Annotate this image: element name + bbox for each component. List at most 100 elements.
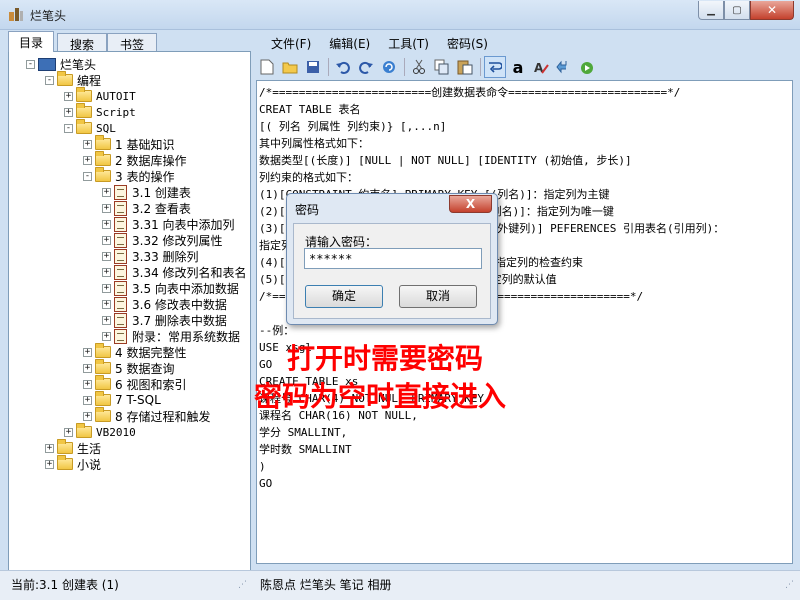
- tree-item[interactable]: +3.1 创建表: [102, 184, 191, 200]
- font-icon[interactable]: a: [507, 56, 529, 78]
- tree-item[interactable]: - 编程: [45, 71, 101, 88]
- tree-item[interactable]: - 3 表的操作: [83, 167, 174, 184]
- tree-item[interactable]: +3.7 删除表中数据: [102, 312, 227, 328]
- back-icon[interactable]: [553, 56, 575, 78]
- tree-item[interactable]: - 烂笔头: [26, 56, 96, 72]
- expand-icon[interactable]: +: [83, 363, 92, 373]
- tree-item[interactable]: +3.31 向表中添加列: [102, 216, 235, 232]
- tree-item[interactable]: +6 视图和索引: [83, 375, 186, 392]
- tree-item[interactable]: + 附录：常用系统数据: [102, 328, 240, 344]
- redo-icon[interactable]: [355, 56, 377, 78]
- expand-icon[interactable]: +: [102, 283, 111, 293]
- tree-item[interactable]: +2 数据库操作: [83, 151, 186, 168]
- tree-item[interactable]: + VB2010: [64, 423, 136, 440]
- editor-line: 列约束的格式如下：: [259, 171, 358, 184]
- expand-icon[interactable]: +: [64, 91, 73, 101]
- toolbar-separator: [404, 58, 405, 76]
- paste-icon[interactable]: [454, 56, 476, 78]
- tree-item[interactable]: +3.5 向表中添加数据: [102, 280, 239, 296]
- tree-item[interactable]: +3.34 修改列名和表名: [102, 264, 247, 280]
- folder-icon: [95, 391, 111, 406]
- tree-item-label: 小说: [77, 457, 102, 472]
- collapse-icon[interactable]: -: [83, 171, 92, 181]
- expand-icon[interactable]: +: [45, 443, 54, 453]
- password-input[interactable]: ******: [304, 248, 482, 269]
- expand-icon[interactable]: +: [102, 219, 111, 229]
- menu-edit[interactable]: 编辑(E): [320, 33, 379, 53]
- ok-button[interactable]: 确定: [305, 285, 383, 308]
- close-icon: ✕: [766, 3, 778, 17]
- tree-item[interactable]: +3.33 删除列: [102, 248, 199, 264]
- expand-icon[interactable]: +: [102, 187, 111, 197]
- expand-icon[interactable]: +: [64, 107, 73, 117]
- dialog-body: 请输入密码： ****** 确定 取消: [293, 223, 491, 319]
- expand-icon[interactable]: +: [83, 395, 92, 405]
- tree-item[interactable]: + AUTOIT: [64, 87, 136, 104]
- expand-icon[interactable]: +: [45, 459, 54, 469]
- expand-icon[interactable]: +: [102, 299, 111, 309]
- folder-icon: [95, 135, 111, 150]
- collapse-icon[interactable]: -: [26, 59, 35, 69]
- tree-item[interactable]: - SQL: [64, 119, 116, 136]
- tree-item-label: 烂笔头: [60, 57, 97, 72]
- window-grip-icon[interactable]: ⋰: [785, 580, 794, 590]
- expand-icon[interactable]: +: [83, 155, 92, 165]
- collapse-icon[interactable]: -: [64, 123, 73, 133]
- folder-icon: [57, 71, 73, 86]
- tree-item[interactable]: +8 存储过程和触发: [83, 407, 210, 424]
- new-file-icon[interactable]: [256, 56, 278, 78]
- menu-file[interactable]: 文件(F): [262, 33, 320, 53]
- clear-format-icon[interactable]: A: [530, 56, 552, 78]
- tree-item-label: 3.6 修改表中数据: [132, 297, 227, 312]
- expand-icon[interactable]: +: [83, 347, 92, 357]
- minimize-button[interactable]: ▁: [698, 1, 724, 20]
- document-icon: [114, 312, 127, 328]
- expand-icon[interactable]: +: [102, 251, 111, 261]
- refresh-icon[interactable]: [378, 56, 400, 78]
- tree-item[interactable]: +1 基础知识: [83, 135, 174, 152]
- menu-password[interactable]: 密码(S): [438, 33, 497, 53]
- tab-search[interactable]: 搜索: [57, 33, 107, 52]
- directory-tree: - 烂笔头 - 编程 + AUTOIT + Script - SQL +1 基础知识 +2 数据库操作…: [8, 51, 251, 595]
- run-icon[interactable]: [576, 56, 598, 78]
- tree-item[interactable]: +5 数据查询: [83, 359, 174, 376]
- tree-item[interactable]: +3.32 修改列属性: [102, 232, 223, 248]
- maximize-button[interactable]: ▢: [724, 1, 750, 20]
- cut-icon[interactable]: [408, 56, 430, 78]
- menu-tools[interactable]: 工具(T): [379, 33, 438, 53]
- document-icon: [114, 248, 127, 264]
- undo-icon[interactable]: [332, 56, 354, 78]
- expand-icon[interactable]: +: [102, 331, 111, 341]
- copy-icon[interactable]: [431, 56, 453, 78]
- editor-line: 学时数 SMALLINT: [259, 443, 352, 456]
- status-current-note: 当前:3.1 创建表 (1): [11, 578, 119, 592]
- tree-item[interactable]: + 生活: [45, 439, 101, 456]
- expand-icon[interactable]: +: [102, 235, 111, 245]
- tree-item[interactable]: + Script: [64, 103, 136, 120]
- open-folder-icon[interactable]: [279, 56, 301, 78]
- expand-icon[interactable]: +: [64, 427, 73, 437]
- tab-bookmarks[interactable]: 书签: [107, 33, 157, 52]
- tree-item[interactable]: +7 T-SQL: [83, 391, 161, 408]
- collapse-icon[interactable]: -: [45, 75, 54, 85]
- expand-icon[interactable]: +: [102, 203, 111, 213]
- tree-item[interactable]: +4 数据完整性: [83, 343, 186, 360]
- folder-icon: [95, 407, 111, 422]
- cancel-button[interactable]: 取消: [399, 285, 477, 308]
- expand-icon[interactable]: +: [83, 139, 92, 149]
- tree-item[interactable]: + 小说: [45, 455, 102, 472]
- editor-line: ): [259, 460, 266, 473]
- expand-icon[interactable]: +: [83, 411, 92, 421]
- maximize-icon: ▢: [732, 4, 742, 16]
- expand-icon[interactable]: +: [83, 379, 92, 389]
- word-wrap-icon[interactable]: [484, 56, 506, 78]
- expand-icon[interactable]: +: [102, 267, 111, 277]
- dialog-close-button[interactable]: X: [449, 195, 492, 213]
- tab-contents[interactable]: 目录: [8, 31, 54, 52]
- window-title: 烂笔头: [30, 9, 67, 23]
- tree-item[interactable]: +3.6 修改表中数据: [102, 296, 227, 312]
- save-icon[interactable]: [302, 56, 324, 78]
- close-button[interactable]: ✕: [750, 1, 794, 20]
- tree-item[interactable]: +3.2 查看表: [102, 200, 191, 216]
- expand-icon[interactable]: +: [102, 315, 111, 325]
